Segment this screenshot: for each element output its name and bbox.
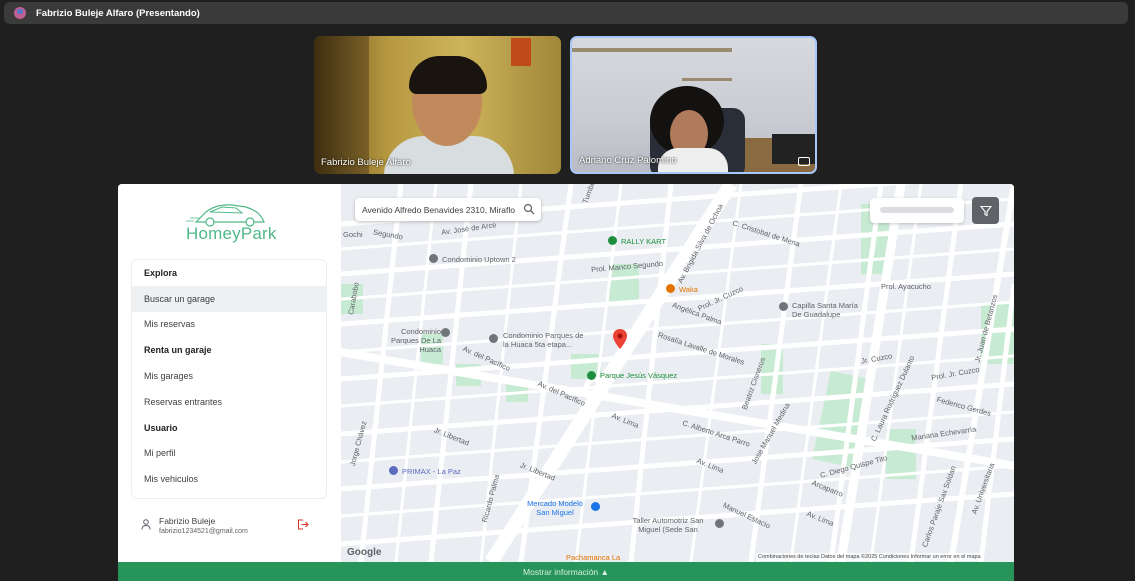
- filter-button[interactable]: [972, 197, 999, 224]
- screen-share-icon: [798, 157, 810, 166]
- map-attribution[interactable]: Combinaciones de teclas Datos del mapa ©…: [756, 553, 983, 561]
- video-tile-fabrizio[interactable]: Fabrizio Buleje Alfaro: [314, 36, 561, 174]
- show-info-bar[interactable]: Mostrar información ▲: [118, 562, 1014, 581]
- poi-condominio-huaca[interactable]: Condominio Parques De La Huaca: [371, 327, 441, 354]
- placeholder-bar: [880, 207, 954, 213]
- poi-rally-kart[interactable]: RALLY KART: [621, 237, 666, 246]
- poi-pin-icon: [779, 302, 788, 311]
- presenting-bar: Fabrizio Buleje Alfaro (Presentando): [4, 2, 1128, 24]
- background-shelf: [572, 48, 732, 52]
- participant-name: Fabrizio Buleje Alfaro: [321, 157, 411, 168]
- user-icon: [141, 519, 151, 530]
- poi-pin-icon: [715, 519, 724, 528]
- filter-icon: [979, 205, 992, 216]
- poi-pachamanca[interactable]: Pachamanca La: [566, 553, 620, 562]
- map-roads: [341, 184, 1014, 562]
- street-label: Prol. Ayacucho: [881, 282, 931, 291]
- poi-pin-icon: [429, 254, 438, 263]
- background-poster: [511, 38, 531, 66]
- menu-item-mi-perfil[interactable]: Mi perfil: [132, 441, 326, 467]
- participant-name: Adriano Cruz Palomino: [579, 155, 677, 166]
- poi-pin-icon: [608, 236, 617, 245]
- poi-pin-icon: [441, 328, 450, 337]
- sidebar: HomeyPark Explora Buscar un garage Mis r…: [118, 184, 341, 562]
- user-name: Fabrizio Buleje: [159, 516, 216, 526]
- background-keyboard: [772, 134, 815, 164]
- poi-primax[interactable]: PRIMAX - La Paz: [402, 467, 461, 476]
- poi-pin-icon: [389, 466, 398, 475]
- location-marker-icon[interactable]: [613, 329, 627, 349]
- shared-screen-app: HomeyPark Explora Buscar un garage Mis r…: [118, 184, 1014, 581]
- address-search-field[interactable]: Avenido Alfredo Benavides 2310, Miraflo: [355, 198, 541, 221]
- user-info: Fabrizio Buleje fabrizio1234521@gmail.co…: [138, 514, 308, 540]
- poi-pin-icon: [666, 284, 675, 293]
- menu-item-reservas-entrantes[interactable]: Reservas entrantes: [132, 389, 326, 415]
- menu-section-explora: Explora: [144, 267, 178, 278]
- nav-menu: Explora Buscar un garage Mis reservas Re…: [131, 259, 327, 499]
- menu-item-mis-reservas[interactable]: Mis reservas: [132, 312, 326, 338]
- search-icon[interactable]: [523, 203, 535, 215]
- poi-condominio-huaca-5ta[interactable]: Condominio Parques de la Huaca 5ta etapa…: [503, 331, 588, 349]
- poi-capilla[interactable]: Capilla Santa María De Guadalupe: [792, 301, 867, 319]
- poi-condominio-uptown[interactable]: Condominio Uptown 2: [442, 255, 516, 264]
- menu-item-buscar-garage[interactable]: Buscar un garage: [132, 285, 326, 312]
- background-door: [314, 36, 369, 174]
- search-input[interactable]: Avenido Alfredo Benavides 2310, Miraflo: [362, 205, 520, 215]
- poi-taller-automotriz[interactable]: Taller Automotriz San Miguel (Sede San: [623, 516, 713, 534]
- poi-pin-icon: [587, 371, 596, 380]
- menu-section-renta: Renta un garaje: [144, 345, 212, 356]
- poi-parque-jesus-vasquez[interactable]: Parque Jesús Vásquez: [600, 371, 677, 380]
- menu-section-usuario: Usuario: [144, 422, 178, 433]
- poi-mercado-modelo[interactable]: Mercado Modelo San Miguel: [521, 499, 589, 517]
- logout-icon[interactable]: [297, 519, 309, 530]
- brand-name: HomeyPark: [186, 224, 277, 243]
- presenting-title: Fabrizio Buleje Alfaro (Presentando): [36, 7, 200, 19]
- poi-pin-icon: [489, 334, 498, 343]
- video-tile-adriano[interactable]: Adriano Cruz Palomino: [570, 36, 817, 174]
- street-label: Gochi: [343, 230, 363, 239]
- google-logo: Google: [347, 547, 382, 558]
- secondary-search-field[interactable]: [870, 198, 964, 223]
- poi-waka[interactable]: Waka: [679, 285, 698, 294]
- presenter-avatar: [14, 7, 26, 19]
- menu-item-mis-vehiculos[interactable]: Mis vehiculos: [132, 466, 326, 492]
- user-email: fabrizio1234521@gmail.com: [159, 528, 248, 535]
- brand-logo[interactable]: HomeyPark: [176, 198, 276, 246]
- participant-hair: [409, 56, 487, 94]
- show-info-label: Mostrar información ▲: [523, 566, 609, 577]
- map-view[interactable]: Gochi Av. José de Arce Segundo Prol. Man…: [341, 184, 1014, 562]
- background-shelf-2: [682, 78, 732, 81]
- menu-item-mis-garages[interactable]: Mis garages: [132, 363, 326, 389]
- poi-pin-icon: [591, 502, 600, 511]
